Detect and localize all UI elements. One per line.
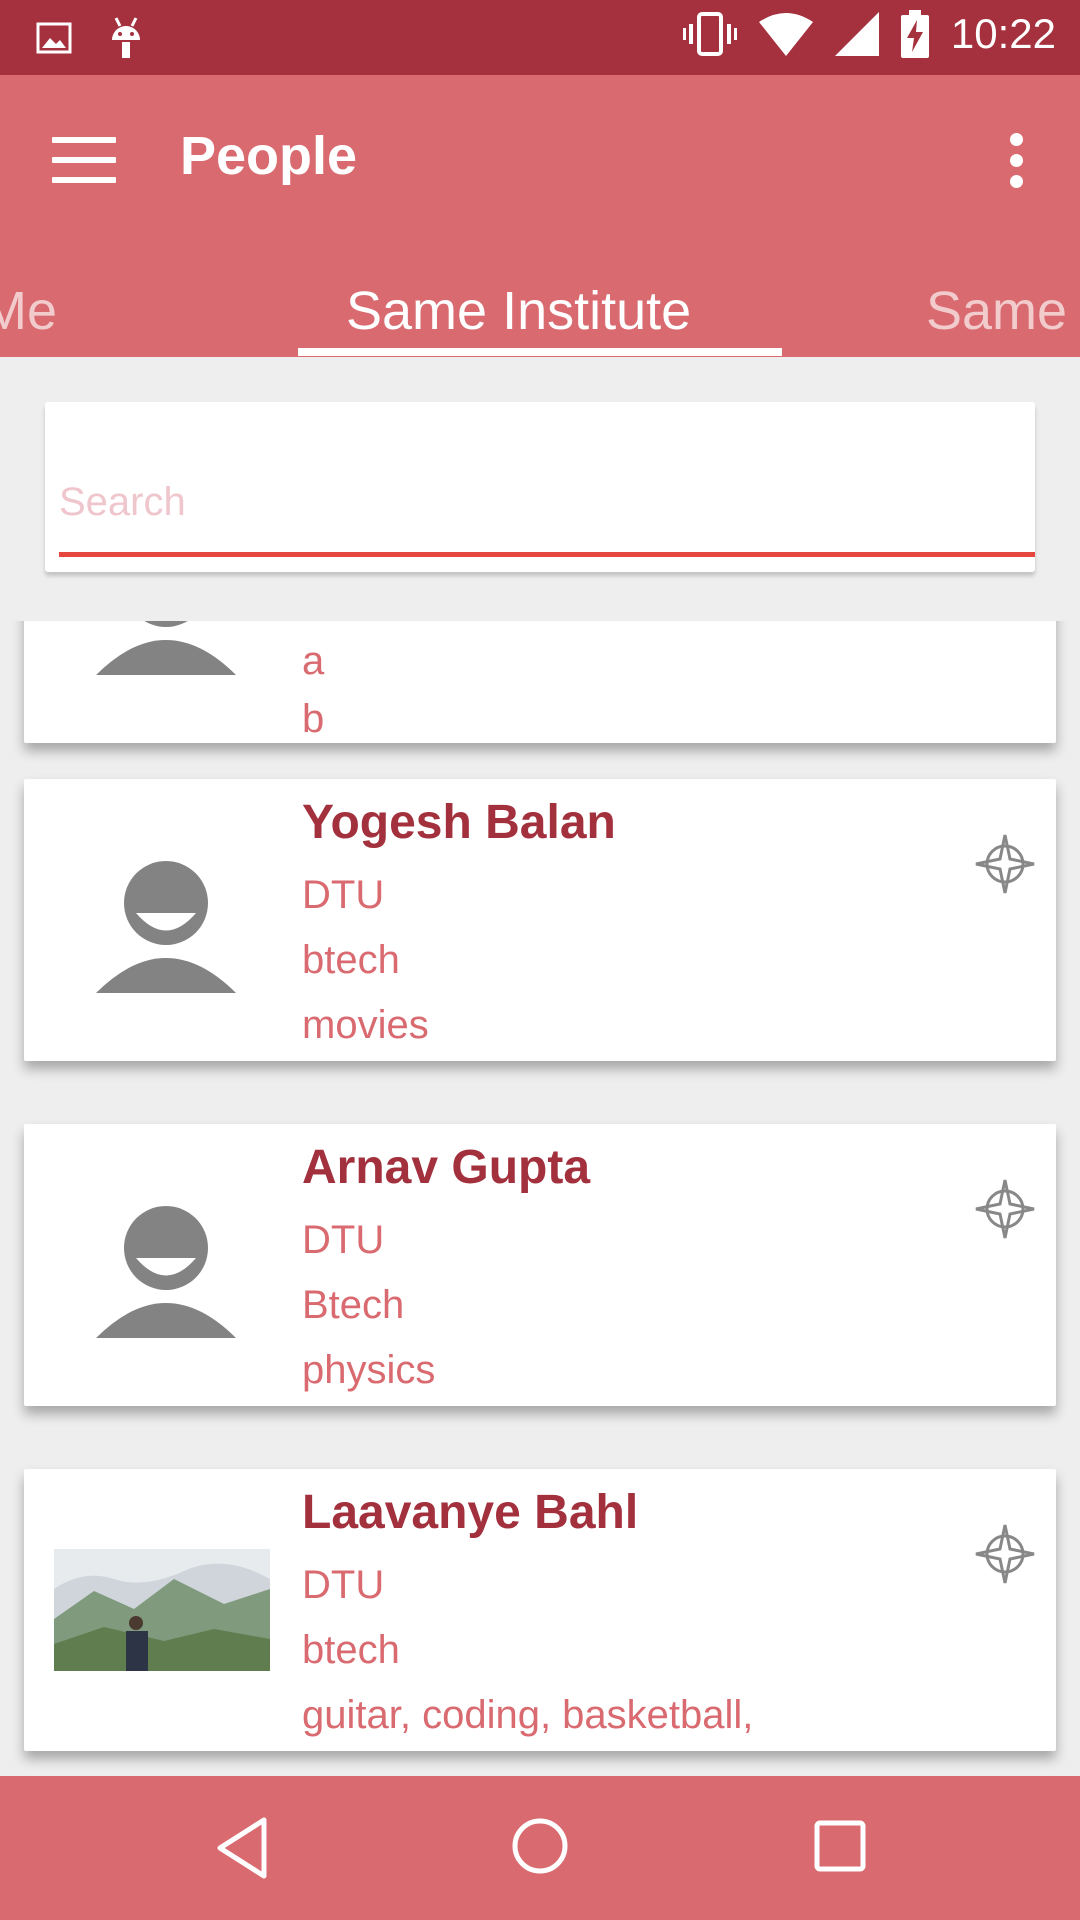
signal-icon — [834, 12, 879, 56]
person-card[interactable]: Yogesh Balan DTU btech movies — [24, 779, 1056, 1061]
default-avatar-icon — [96, 621, 236, 675]
person-course: btech — [302, 938, 400, 982]
person-card[interactable]: Arnav Gupta DTU Btech physics — [24, 1124, 1056, 1406]
locate-icon[interactable] — [974, 833, 1036, 895]
tab-strip: Near Me Same Institute Same — [0, 265, 1080, 357]
person-institute: DTU — [302, 1563, 385, 1607]
battery-charging-icon — [900, 10, 929, 58]
back-icon[interactable] — [214, 1816, 270, 1880]
profile-photo — [54, 1549, 270, 1671]
person-course: btech — [302, 1628, 400, 1672]
tab-near-me[interactable]: Near Me — [0, 265, 57, 357]
search-area — [0, 357, 1080, 621]
person-card[interactable]: Laavanye Bahl DTU btech guitar, coding, … — [24, 1469, 1056, 1751]
search-underline — [59, 552, 1035, 557]
recents-icon[interactable] — [812, 1818, 868, 1874]
tab-same[interactable]: Same — [926, 265, 1067, 357]
android-icon — [112, 17, 140, 58]
locate-icon[interactable] — [974, 1178, 1036, 1240]
person-name: Arnav Gupta — [302, 1141, 591, 1194]
overflow-icon[interactable] — [1010, 133, 1024, 189]
wifi-icon — [758, 13, 813, 56]
search-card — [45, 402, 1035, 572]
person-detail-2: a — [302, 639, 325, 683]
app-bar: People Near Me Same Institute Same — [0, 75, 1080, 357]
person-interests: guitar, coding, basketball, — [302, 1693, 754, 1737]
people-list[interactable]: a b Yogesh Balan DTU btech movies Arnav … — [0, 621, 1080, 1776]
person-institute: DTU — [302, 873, 385, 917]
person-card[interactable]: a b — [24, 621, 1056, 743]
person-interests: physics — [302, 1348, 436, 1392]
default-avatar-icon — [96, 861, 236, 993]
home-icon[interactable] — [510, 1816, 570, 1876]
tab-same-institute[interactable]: Same Institute — [346, 265, 691, 357]
vibrate-icon — [682, 12, 737, 56]
search-input[interactable] — [59, 472, 1019, 532]
image-icon — [36, 22, 72, 54]
person-interests: movies — [302, 1003, 429, 1047]
person-name: Laavanye Bahl — [302, 1486, 639, 1539]
tab-indicator — [298, 348, 782, 356]
person-institute: DTU — [302, 1218, 385, 1262]
navigation-bar — [0, 1776, 1080, 1920]
person-name: Yogesh Balan — [302, 796, 616, 849]
default-avatar-icon — [96, 1206, 236, 1338]
hamburger-icon[interactable] — [52, 137, 116, 183]
clock: 10:22 — [950, 10, 1056, 57]
person-course: Btech — [302, 1283, 405, 1327]
status-bar: 10:22 — [0, 0, 1080, 75]
locate-icon[interactable] — [974, 1523, 1036, 1585]
person-detail-3: b — [302, 697, 325, 741]
page-title: People — [180, 126, 358, 186]
